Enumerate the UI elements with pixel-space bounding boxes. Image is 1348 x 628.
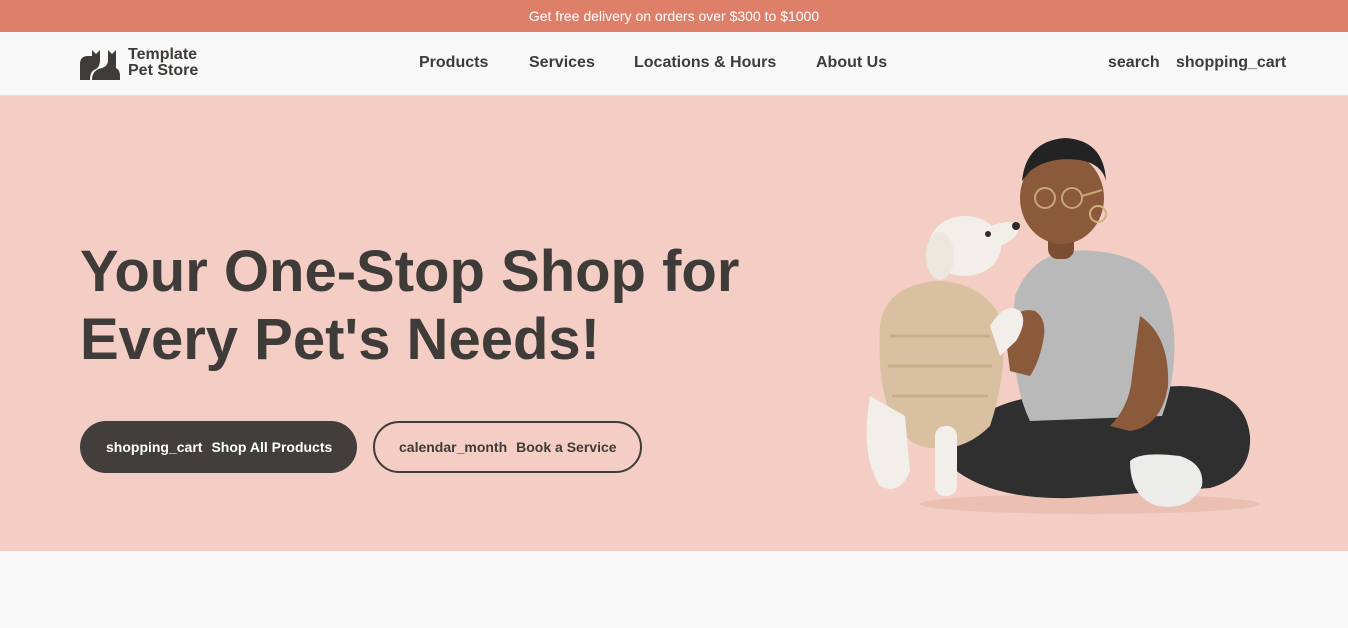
shopping-cart-icon[interactable]: shopping_cart bbox=[1176, 53, 1286, 73]
person-with-dog-illustration bbox=[866, 138, 1260, 514]
nav-products[interactable]: Products bbox=[419, 53, 488, 73]
calendar-month-icon: calendar_month bbox=[399, 439, 508, 455]
search-icon[interactable]: search bbox=[1108, 53, 1160, 73]
book-service-button[interactable]: calendar_month Book a Service bbox=[373, 421, 642, 473]
promo-text: Get free delivery on orders over $300 to… bbox=[528, 8, 820, 24]
nav-locations-hours[interactable]: Locations & Hours bbox=[634, 53, 776, 73]
shop-all-products-label: Shop All Products bbox=[211, 439, 333, 455]
hero-title: Your One-Stop Shop for Every Pet's Needs… bbox=[80, 239, 740, 372]
book-service-label: Book a Service bbox=[516, 439, 617, 455]
nav-about-us[interactable]: About Us bbox=[816, 53, 887, 73]
below-hero-area bbox=[0, 551, 1348, 628]
site-header: Template Pet Store Products Services Loc… bbox=[0, 32, 1348, 96]
shop-all-products-button[interactable]: shopping_cart Shop All Products bbox=[80, 421, 357, 473]
nav-services[interactable]: Services bbox=[529, 53, 595, 73]
hero-section: Your One-Stop Shop for Every Pet's Needs… bbox=[0, 96, 1348, 551]
shopping-cart-icon: shopping_cart bbox=[106, 439, 203, 455]
promo-banner: Get free delivery on orders over $300 to… bbox=[0, 0, 1348, 32]
